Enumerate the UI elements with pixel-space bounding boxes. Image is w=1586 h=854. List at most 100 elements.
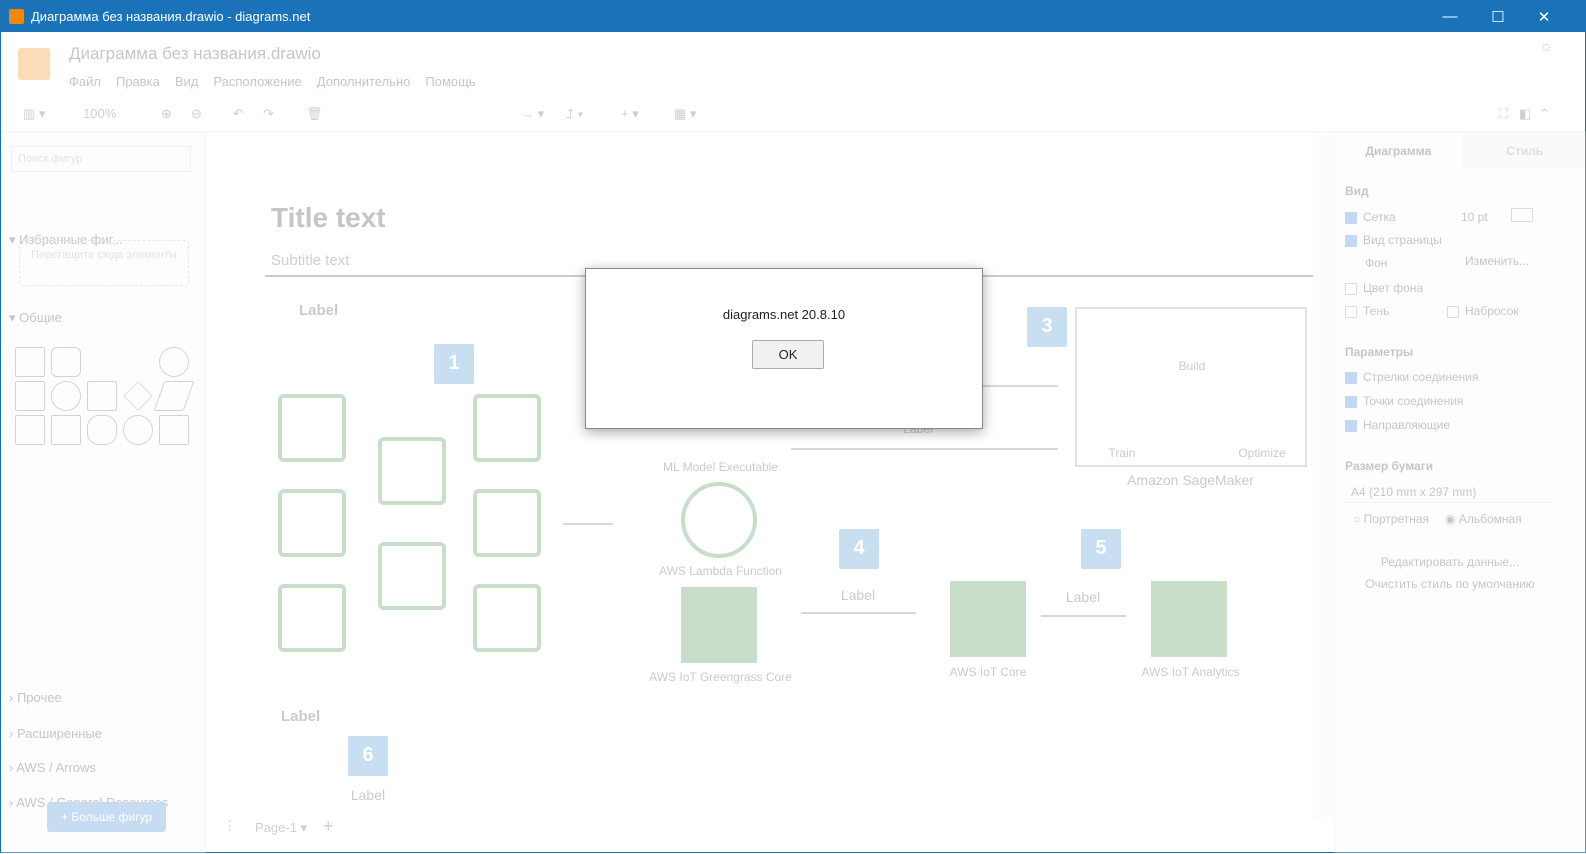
label-top-left[interactable]: Label xyxy=(299,302,338,319)
guides-checkbox[interactable]: Направляющие xyxy=(1345,418,1450,432)
label-bottom-left[interactable]: Label xyxy=(281,708,320,725)
greengrass-icon[interactable] xyxy=(681,587,757,663)
grid-color-swatch[interactable] xyxy=(1511,208,1533,222)
menu-arrange[interactable]: Расположение xyxy=(213,74,301,89)
label-5[interactable]: Label xyxy=(1048,589,1118,605)
close-button[interactable]: ✕ xyxy=(1521,1,1567,32)
change-background-button[interactable]: Изменить... xyxy=(1465,254,1529,268)
portrait-radio[interactable]: ○ Портретная xyxy=(1353,512,1429,526)
badge-4[interactable]: 4 xyxy=(839,529,879,569)
shadow-check[interactable] xyxy=(1345,306,1357,318)
delete-icon[interactable]: 🗑 xyxy=(306,106,323,122)
document-name[interactable]: Диаграмма без названия.drawio xyxy=(69,44,321,64)
badge-1[interactable]: 1 xyxy=(434,344,474,384)
guides-check[interactable] xyxy=(1345,420,1357,432)
bg-color-check[interactable] xyxy=(1345,283,1357,295)
label-4[interactable]: Label xyxy=(823,587,893,603)
textbox-shape[interactable] xyxy=(123,347,153,377)
diagram-canvas[interactable]: Title text Subtitle text Label 1 ML Mode… xyxy=(213,132,1333,822)
add-page-icon[interactable]: + xyxy=(323,816,334,837)
chip-house-icon[interactable] xyxy=(473,489,541,557)
rectangle-shape[interactable] xyxy=(15,347,45,377)
advanced-section[interactable]: › Расширенные xyxy=(9,726,102,741)
lambda-icon[interactable] xyxy=(681,482,757,558)
zoom-out-icon[interactable]: ⊖ xyxy=(191,106,202,122)
sagemaker-group[interactable]: Build Train Optimize xyxy=(1075,307,1307,467)
square-shape[interactable] xyxy=(15,381,45,411)
tab-diagram[interactable]: Диаграмма xyxy=(1335,132,1462,168)
ok-button[interactable]: OK xyxy=(752,340,824,369)
iot-analytics-icon[interactable] xyxy=(1151,581,1227,657)
fullscreen-icon[interactable]: ⛶ xyxy=(1499,106,1508,122)
conn-points-check[interactable] xyxy=(1345,396,1357,408)
format-toggle-icon[interactable]: ◧ xyxy=(1519,106,1531,122)
grid-check[interactable] xyxy=(1345,212,1357,224)
general-section[interactable]: ▾ Общие xyxy=(9,310,62,326)
bg-color-checkbox[interactable]: Цвет фона xyxy=(1345,281,1423,295)
badge-5[interactable]: 5 xyxy=(1081,529,1121,569)
landscape-radio[interactable]: ◉ Альбомная xyxy=(1445,512,1522,526)
badge-6[interactable]: 6 xyxy=(348,736,388,776)
shape-search-input[interactable]: Поиск фигур xyxy=(11,146,191,172)
paper-size-select[interactable]: A4 (210 mm x 297 mm) xyxy=(1345,481,1550,503)
insert-icon[interactable]: + ▾ xyxy=(621,106,639,122)
diagram-subtitle[interactable]: Subtitle text xyxy=(271,252,349,269)
page-view-checkbox[interactable]: Вид страницы xyxy=(1345,233,1442,247)
rounded-rectangle-shape[interactable] xyxy=(51,347,81,377)
undo-icon[interactable]: ↶ xyxy=(233,106,244,122)
parallelogram-shape[interactable] xyxy=(154,381,195,411)
cylinder-shape[interactable] xyxy=(87,415,117,445)
menu-help[interactable]: Помощь xyxy=(425,74,475,89)
hexagon-shape[interactable] xyxy=(15,415,45,445)
grid-checkbox[interactable]: Сетка xyxy=(1345,210,1396,224)
collapse-icon[interactable]: ⌃ xyxy=(1539,106,1550,122)
sketch-checkbox[interactable]: Набросок xyxy=(1447,304,1519,318)
circle-shape[interactable] xyxy=(51,381,81,411)
text-shape[interactable] xyxy=(87,347,117,377)
menu-extras[interactable]: Дополнительно xyxy=(317,74,411,89)
process-shape[interactable] xyxy=(87,381,117,411)
table-icon[interactable]: ▦ ▾ xyxy=(674,106,696,122)
tab-style[interactable]: Стиль xyxy=(1462,132,1586,168)
aws-arrows-section[interactable]: › AWS / Arrows xyxy=(9,760,96,775)
more-shapes-button[interactable]: + Больше фигур xyxy=(47,802,166,832)
chip-camera-icon[interactable] xyxy=(278,584,346,652)
sketch-check[interactable] xyxy=(1447,306,1459,318)
waypoints-icon[interactable]: ⮥ ▾ xyxy=(566,106,584,122)
badge-3[interactable]: 3 xyxy=(1027,307,1067,347)
triangle-shape[interactable] xyxy=(51,415,81,445)
chip-bulb-icon[interactable] xyxy=(473,394,541,462)
cloud-shape[interactable] xyxy=(123,415,153,445)
conn-arrows-checkbox[interactable]: Стрелки соединения xyxy=(1345,370,1478,384)
iot-core-icon[interactable] xyxy=(950,581,1026,657)
redo-icon[interactable]: ↷ xyxy=(263,106,274,122)
label-6[interactable]: Label xyxy=(338,787,398,803)
edit-data-button[interactable]: Редактировать данные... xyxy=(1345,555,1555,569)
conn-arrows-check[interactable] xyxy=(1345,372,1357,384)
favorites-dropzone[interactable]: Перетащите сюда элементы xyxy=(19,240,189,286)
chip-kettle-icon[interactable] xyxy=(378,542,446,610)
shadow-checkbox[interactable]: Тень xyxy=(1345,304,1389,318)
clear-style-button[interactable]: Очистить стиль по умолчанию xyxy=(1345,577,1555,591)
menu-view[interactable]: Вид xyxy=(175,74,199,89)
connection-icon[interactable]: → ▾ xyxy=(521,106,544,122)
diamond-shape[interactable] xyxy=(123,381,153,411)
zoom-select[interactable]: 100% xyxy=(83,106,116,121)
conn-points-checkbox[interactable]: Точки соединения xyxy=(1345,394,1463,408)
format-panel-icon[interactable]: ▥ ▾ xyxy=(23,106,45,122)
pages-menu-icon[interactable]: ⋮ xyxy=(223,818,236,834)
minimize-button[interactable]: — xyxy=(1427,1,1473,32)
grid-size-input[interactable]: 10 pt xyxy=(1461,210,1488,224)
menu-file[interactable]: Файл xyxy=(69,74,101,89)
theme-icon[interactable]: ☼ xyxy=(1539,38,1554,56)
page-view-check[interactable] xyxy=(1345,235,1357,247)
zoom-in-icon[interactable]: ⊕ xyxy=(161,106,172,122)
other-section[interactable]: › Прочее xyxy=(9,690,62,705)
chip-faucet-icon[interactable] xyxy=(378,437,446,505)
diagram-title[interactable]: Title text xyxy=(271,202,386,234)
document-shape[interactable] xyxy=(159,415,189,445)
page-tab[interactable]: Page-1 ▾ xyxy=(255,820,307,836)
chip-sensor-icon[interactable] xyxy=(278,394,346,462)
chip-car-icon[interactable] xyxy=(278,489,346,557)
chip-gauge-icon[interactable] xyxy=(473,584,541,652)
